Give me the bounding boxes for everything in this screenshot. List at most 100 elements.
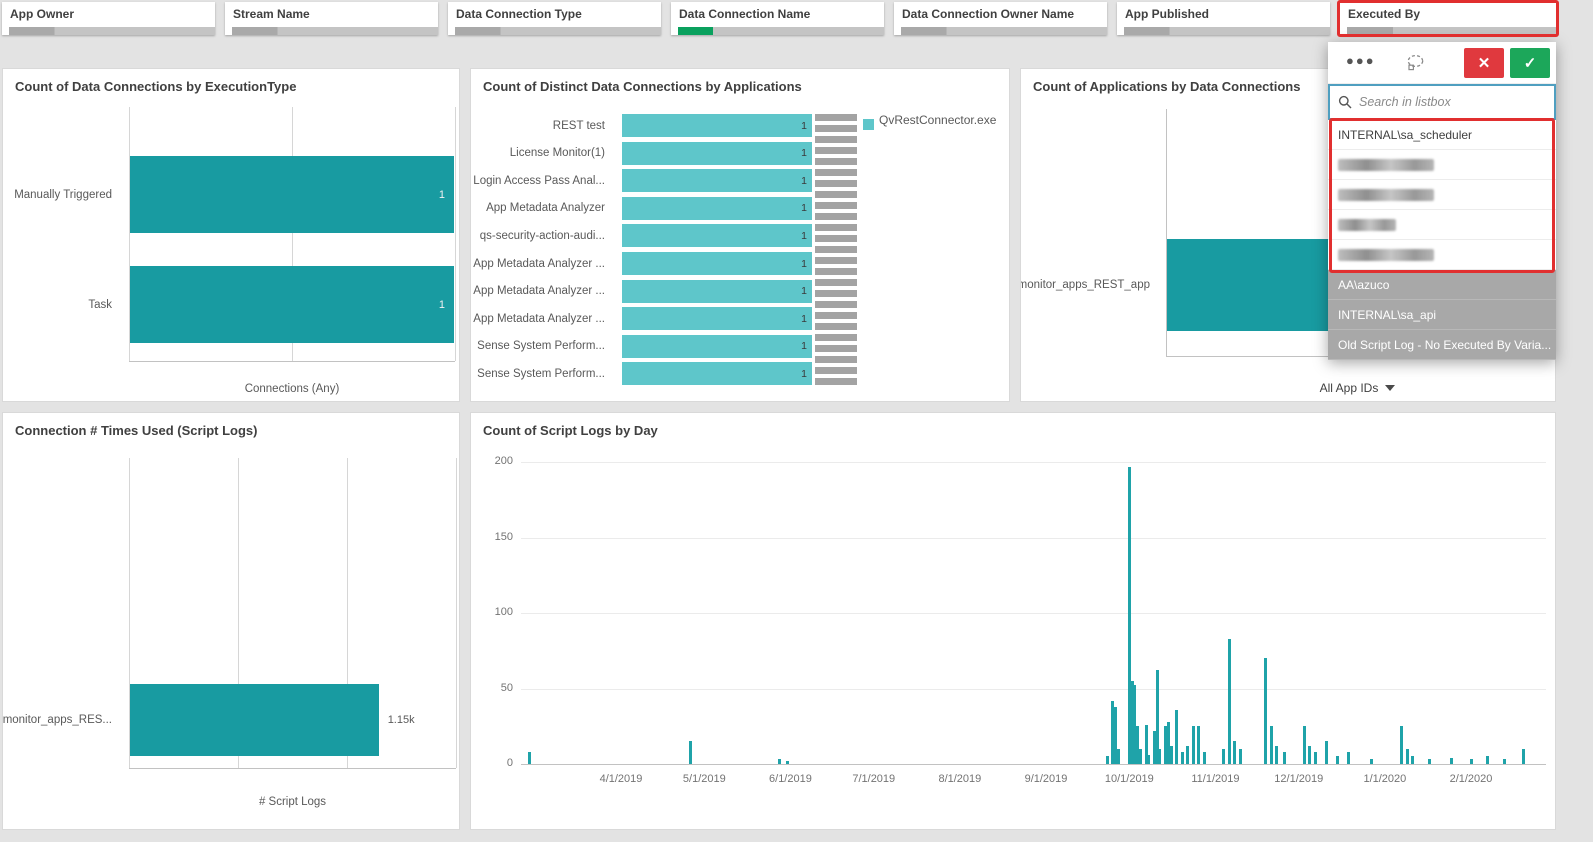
bar[interactable]	[1138, 748, 1142, 764]
redacted-value	[1338, 188, 1434, 201]
bar[interactable]	[527, 751, 531, 764]
bar[interactable]	[1180, 751, 1184, 764]
qlik-dashboard-page: App Owner Stream Name Data Connection Ty…	[0, 0, 1593, 842]
bar[interactable]	[1191, 726, 1195, 764]
bar[interactable]	[777, 759, 781, 764]
filter-label: Stream Name	[233, 7, 310, 21]
bar[interactable]	[622, 224, 812, 248]
lasso-selection-icon[interactable]	[1406, 54, 1425, 76]
bar[interactable]	[1336, 756, 1340, 764]
bar[interactable]	[1450, 757, 1454, 764]
bar[interactable]	[1502, 759, 1506, 764]
bar[interactable]	[1269, 726, 1273, 764]
bar[interactable]	[1313, 751, 1317, 764]
bar[interactable]	[1175, 709, 1179, 764]
bar[interactable]	[622, 196, 812, 220]
listbox-item[interactable]	[1328, 210, 1556, 240]
listbox-item[interactable]: Old Script Log - No Executed By Varia...	[1328, 330, 1556, 360]
bar[interactable]	[1263, 658, 1267, 764]
legend-label: QvRestConnector.exe	[879, 113, 997, 127]
redacted-value	[1338, 158, 1434, 171]
bar[interactable]	[622, 362, 812, 386]
category-label: App Metadata Analyzer ...	[473, 312, 605, 325]
dimension-cycle-button[interactable]: All App IDs	[1166, 381, 1549, 395]
listbox-item[interactable]	[1328, 150, 1556, 180]
bar[interactable]	[1147, 754, 1151, 764]
filter-executed-by[interactable]: Executed By	[1340, 2, 1556, 35]
bar[interactable]	[622, 141, 812, 165]
bar[interactable]	[622, 279, 812, 303]
listbox-search-input[interactable]	[1359, 95, 1546, 109]
scrollbar-minimap[interactable]	[815, 114, 857, 386]
bar[interactable]	[622, 169, 812, 193]
filter-label: Data Connection Owner Name	[902, 7, 1075, 21]
category-label: monitor_apps_REST_app	[1021, 279, 1150, 291]
bar[interactable]	[688, 741, 692, 764]
bar[interactable]	[622, 307, 812, 331]
bar[interactable]	[1197, 726, 1201, 764]
category-label: monitor_apps_RES...	[3, 714, 112, 726]
bar[interactable]	[1427, 759, 1431, 764]
more-options-icon[interactable]: ●●●	[1346, 53, 1376, 68]
filter-app-owner[interactable]: App Owner	[2, 2, 215, 35]
bar[interactable]	[1116, 748, 1120, 764]
bar-value-label: 1	[801, 202, 807, 215]
cancel-selection-button[interactable]: ✕	[1464, 48, 1504, 78]
dimension-cycle-label: All App IDs	[1319, 381, 1379, 395]
bar[interactable]	[1405, 748, 1409, 764]
bar[interactable]	[1227, 638, 1231, 764]
bar[interactable]	[622, 114, 812, 137]
bar[interactable]	[1347, 751, 1351, 764]
bar[interactable]	[130, 266, 454, 343]
bar[interactable]	[1222, 748, 1226, 764]
filter-selection-bar	[1124, 27, 1330, 35]
bar[interactable]	[1522, 748, 1526, 764]
bar[interactable]	[1369, 759, 1373, 764]
bar[interactable]	[622, 334, 812, 358]
chart-card-times-used: Connection # Times Used (Script Logs) mo…	[2, 412, 460, 830]
y-tick-label: 0	[506, 757, 513, 769]
bar-value-label: 1	[801, 340, 807, 353]
bar[interactable]	[786, 760, 790, 764]
bar-value-label: 1	[801, 119, 807, 132]
listbox-item[interactable]	[1328, 240, 1556, 270]
bar-value-label: 1.15k	[387, 714, 415, 726]
bar[interactable]	[1202, 751, 1206, 764]
listbox-item[interactable]	[1328, 180, 1556, 210]
bar[interactable]	[1325, 741, 1329, 764]
listbox-item[interactable]: AA\azuco	[1328, 270, 1556, 300]
x-tick-label: 2/1/2020	[1449, 773, 1493, 785]
bar[interactable]	[1186, 745, 1190, 764]
bar[interactable]	[130, 156, 454, 233]
bar[interactable]	[1400, 726, 1404, 764]
listbox-item[interactable]: INTERNAL\sa_scheduler	[1328, 120, 1556, 150]
bar[interactable]	[1302, 726, 1306, 764]
bar[interactable]	[1238, 748, 1242, 764]
bar[interactable]	[1233, 741, 1237, 764]
y-tick-label: 50	[500, 681, 513, 694]
bar[interactable]	[130, 684, 379, 756]
filter-data-connection-name[interactable]: Data Connection Name	[671, 2, 884, 35]
filter-data-connection-type[interactable]: Data Connection Type	[448, 2, 661, 35]
bar[interactable]	[1275, 745, 1279, 764]
filter-stream-name[interactable]: Stream Name	[225, 2, 438, 35]
bar-value-label: 1	[801, 257, 807, 270]
bar[interactable]	[1105, 756, 1109, 764]
filter-data-connection-owner-name[interactable]: Data Connection Owner Name	[894, 2, 1107, 35]
listbox-item[interactable]: INTERNAL\sa_api	[1328, 300, 1556, 330]
filter-app-published[interactable]: App Published	[1117, 2, 1330, 35]
bar[interactable]	[622, 252, 812, 275]
bar[interactable]	[1469, 759, 1473, 764]
category-label: Manually Triggered	[14, 188, 112, 201]
gridline	[521, 462, 1546, 463]
category-label: App Metadata Analyzer	[486, 202, 605, 215]
bar[interactable]	[1158, 748, 1162, 764]
bar[interactable]	[1169, 745, 1173, 764]
bar[interactable]	[1486, 756, 1490, 764]
bar[interactable]	[1411, 756, 1415, 764]
bar[interactable]	[1308, 745, 1312, 764]
gridline	[521, 764, 1546, 765]
bar[interactable]	[1283, 751, 1287, 764]
confirm-selection-button[interactable]: ✓	[1510, 48, 1550, 78]
chevron-down-icon	[1385, 385, 1396, 391]
